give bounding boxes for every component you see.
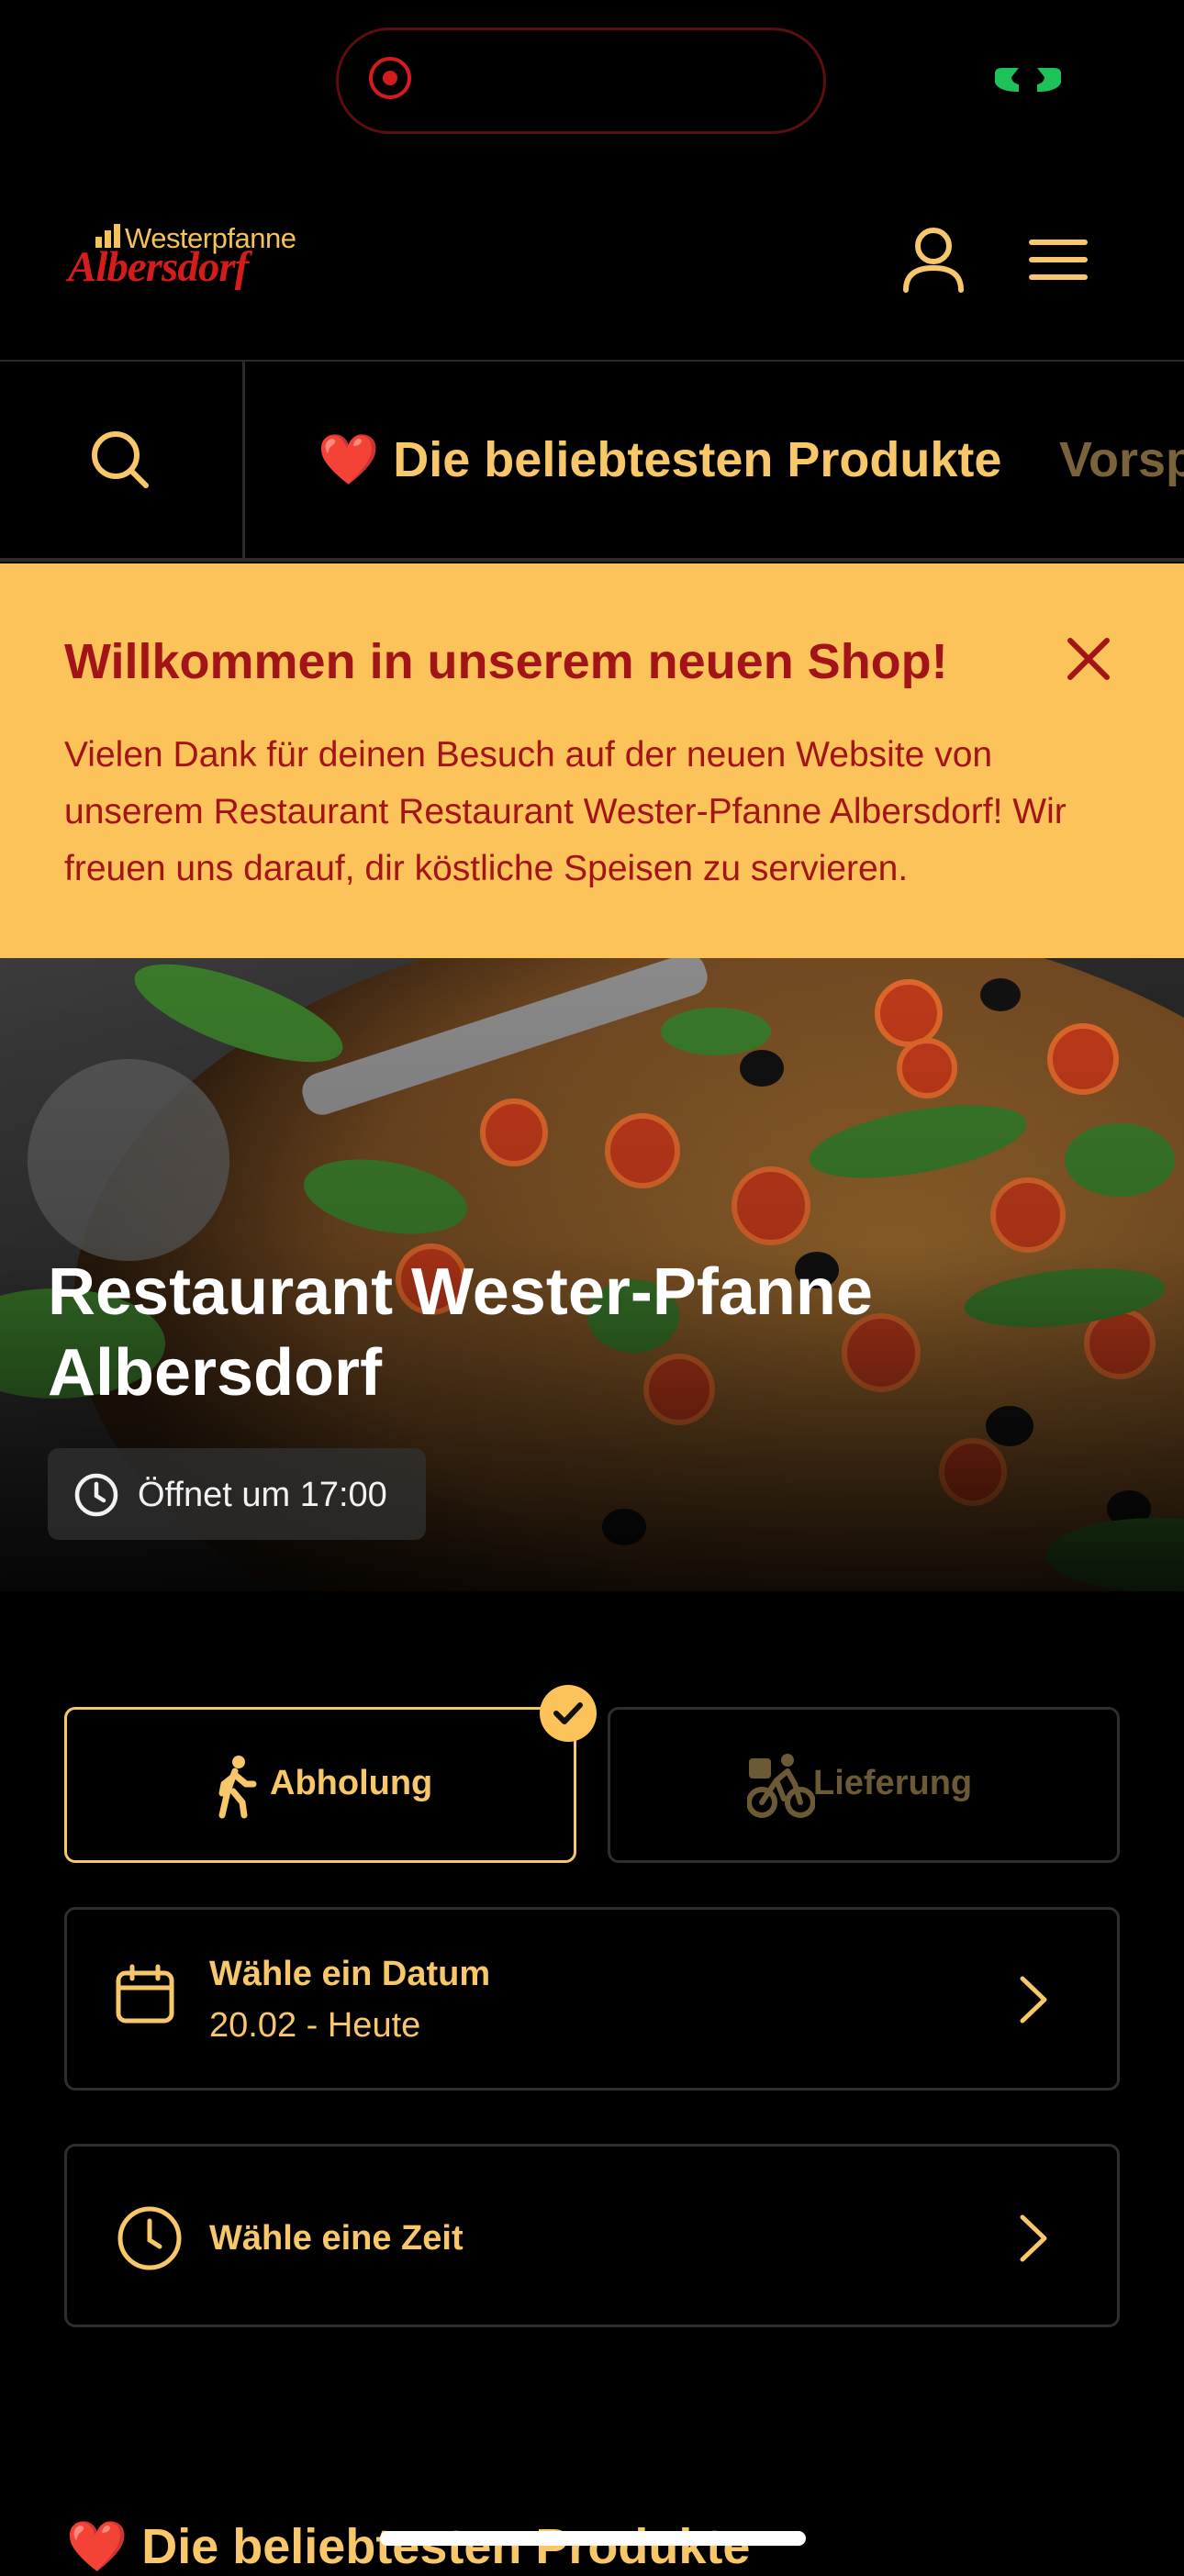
chevron-right-icon bbox=[1020, 2214, 1047, 2262]
date-picker-value: 20.02 - Heute bbox=[209, 2006, 421, 2045]
date-picker-button[interactable] bbox=[64, 1907, 1120, 2091]
category-tab-label: Die beliebtesten Produkte bbox=[393, 432, 1002, 487]
banner-message: Vielen Dank für deinen Besuch auf der ne… bbox=[64, 735, 1067, 888]
pickup-label: Abholung bbox=[270, 1764, 433, 1802]
chevron-right-icon bbox=[1020, 1976, 1047, 2024]
home-indicator[interactable] bbox=[380, 2531, 806, 2546]
logo-wordmark: Albersdorf bbox=[68, 243, 249, 291]
clock-icon bbox=[117, 2206, 182, 2270]
user-icon[interactable] bbox=[901, 226, 966, 294]
clock-icon bbox=[74, 1473, 118, 1517]
calendar-icon bbox=[116, 1964, 174, 2024]
time-picker-title: Wähle eine Zeit bbox=[209, 2219, 464, 2258]
hamburger-menu-icon[interactable] bbox=[1028, 237, 1089, 283]
bicycle-courier-icon bbox=[747, 1754, 815, 1818]
walking-person-icon bbox=[218, 1756, 257, 1819]
category-tab-popular[interactable]: ❤️ Die beliebtesten Produkte bbox=[318, 431, 1001, 489]
close-icon[interactable] bbox=[1065, 635, 1112, 683]
section-title-popular: ❤️ Die beliebtesten Produkte bbox=[66, 2519, 751, 2574]
delivery-label: Lieferung bbox=[813, 1764, 973, 1802]
banner-title: Willkommen in unserem neuen Shop! bbox=[64, 634, 948, 689]
date-picker-title: Wähle ein Datum bbox=[209, 1955, 491, 1993]
category-tab-starters[interactable]: Vorsp bbox=[1059, 431, 1184, 488]
nav-divider bbox=[242, 362, 245, 560]
screen-recording-icon bbox=[369, 57, 411, 99]
restaurant-name: Restaurant Wester-Pfanne Albersdorf bbox=[48, 1255, 873, 1410]
heart-icon: ❤️ bbox=[318, 432, 380, 487]
call-indicator-icon bbox=[995, 68, 1061, 92]
check-icon bbox=[540, 1685, 597, 1742]
search-icon[interactable] bbox=[90, 429, 151, 490]
opening-hours-text: Öffnet um 17:00 bbox=[138, 1476, 387, 1514]
